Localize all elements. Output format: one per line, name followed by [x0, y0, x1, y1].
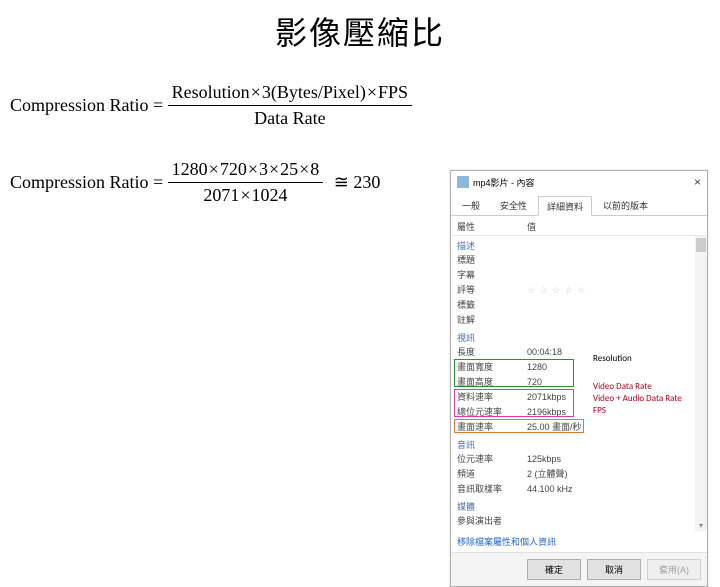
table-row: 註解: [451, 313, 707, 328]
dialog-titlebar: mp4影片 - 內容 ×: [451, 171, 707, 193]
properties-dialog: mp4影片 - 內容 × 一般 安全性 詳細資料 以前的版本 屬性 值 ▴ ▾ …: [450, 170, 708, 587]
close-icon[interactable]: ×: [694, 175, 701, 189]
grid-body: ▴ ▾ 描述 標題 字幕 評等☆ ☆ ☆ ☆ ☆ 標籤 註解 視訊 長度00:0…: [451, 236, 707, 531]
annotation-resolution: Resolution: [593, 353, 632, 364]
annotation-video-data-rate: Video Data Rate: [593, 381, 652, 392]
section-description: 描述: [451, 236, 707, 253]
row-frame-rate: 畫面速率25.00 畫面/秒: [451, 420, 707, 435]
grid-header: 屬性 值: [451, 216, 707, 236]
row-frame-height: 畫面高度720: [451, 375, 707, 390]
section-media: 媒體: [451, 497, 707, 514]
header-property: 屬性: [457, 220, 527, 233]
table-row: 位元速率125kbps: [451, 452, 707, 467]
table-row: 音訊取樣率44.100 kHz: [451, 482, 707, 497]
cancel-button[interactable]: 取消: [587, 559, 641, 580]
dialog-title-text: mp4影片 - 內容: [473, 176, 535, 189]
tab-general[interactable]: 一般: [453, 195, 489, 215]
table-row: 標籤: [451, 298, 707, 313]
tabs: 一般 安全性 詳細資料 以前的版本: [451, 193, 707, 216]
scroll-thumb[interactable]: [696, 238, 706, 252]
table-row: 字幕: [451, 268, 707, 283]
annotation-video-audio-data-rate: Video + Audio Data Rate: [593, 393, 682, 404]
tab-details[interactable]: 詳細資料: [538, 196, 592, 216]
formula1-fraction: Resolution×3(Bytes/Pixel)×FPS Data Rate: [168, 82, 412, 129]
row-total-bitrate: 總位元速率2196kbps: [451, 405, 707, 420]
apply-button[interactable]: 套用(A): [647, 559, 701, 580]
table-row: 頻道2 (立體聲): [451, 467, 707, 482]
scroll-down-icon[interactable]: ▾: [695, 519, 707, 531]
table-row: 標題: [451, 253, 707, 268]
formula2-lhs: Compression Ratio =: [10, 172, 168, 192]
file-icon: [457, 176, 469, 188]
page-title: 影像壓縮比: [0, 8, 720, 54]
ok-button[interactable]: 確定: [527, 559, 581, 580]
formula1-lhs: Compression Ratio =: [10, 95, 168, 115]
table-row: 參與演出者: [451, 514, 707, 529]
tab-previous-versions[interactable]: 以前的版本: [594, 195, 657, 215]
tab-security[interactable]: 安全性: [491, 195, 536, 215]
row-frame-width: 畫面寬度1280: [451, 360, 707, 375]
dialog-footer: 確定 取消 套用(A): [451, 552, 707, 586]
formula2-fraction: 1280×720×3×25×8 2071×1024: [168, 159, 324, 206]
table-row: 評等☆ ☆ ☆ ☆ ☆: [451, 283, 707, 298]
remove-properties-link[interactable]: 移除檔案屬性和個人資訊: [451, 531, 707, 552]
table-row: 長度00:04:18: [451, 345, 707, 360]
formula-general: Compression Ratio = Resolution×3(Bytes/P…: [10, 82, 720, 129]
formula2-result: ≅ 230: [334, 172, 381, 192]
header-value: 值: [527, 220, 536, 233]
section-audio: 音訊: [451, 435, 707, 452]
annotation-fps: FPS: [593, 405, 606, 416]
section-video: 視訊: [451, 328, 707, 345]
